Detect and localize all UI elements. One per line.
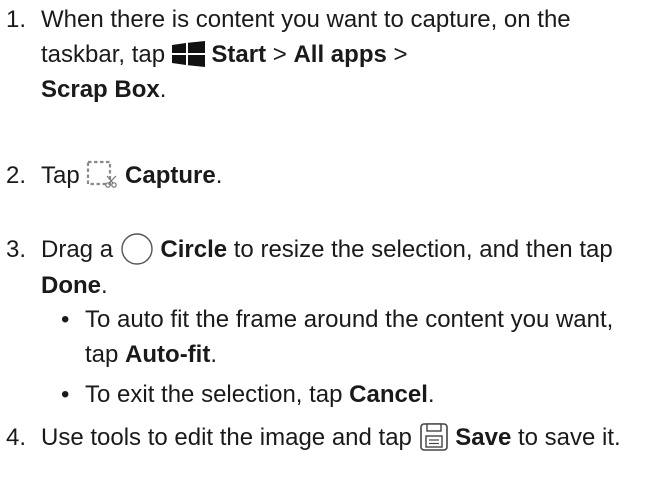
period: . [101,271,108,299]
period: . [215,162,223,189]
step-number: 4. [6,424,27,451]
auto-fit-label: Auto-fit [125,341,211,368]
windows-logo-icon [171,40,205,67]
done-label: Done [41,271,101,299]
step-text: Drag a [41,236,114,263]
period: . [427,381,435,408]
step-text: to save it. [511,424,621,451]
capture-icon [86,160,118,190]
circle-label: Circle [160,236,228,263]
step-4: 4. Use tools to edit the image and tap S… [6,420,645,455]
period: . [210,341,218,368]
cancel-label: Cancel [349,381,428,408]
start-label: Start [211,41,267,68]
scrap-box-label: Scrap Box [41,76,160,103]
all-apps-label: All apps [293,41,387,68]
step-text: to resize the selection, and then tap [227,236,613,263]
step-2: 2. Tap Capture. [6,158,645,193]
save-label: Save [455,424,512,451]
separator: > [266,41,294,68]
bullet-dot: • [61,306,70,333]
step-3-text: Drag a Circle to resize the selection, a… [41,232,645,303]
step-4-text: Use tools to edit the image and tap Save… [41,420,645,455]
circle-icon [120,232,154,266]
capture-label: Capture [125,162,216,189]
step-number: 2. [6,162,27,189]
bullet-text: To auto fit the frame around the content… [85,302,645,372]
step-2-text: Tap Capture. [41,158,645,193]
step-1: 1. When there is content you want to cap… [6,2,645,107]
period: . [159,76,167,103]
step-number: 1. [6,6,27,33]
step-text: Use tools to edit the image and tap [41,424,412,451]
save-icon [419,422,449,452]
bullet-text: To exit the selection, tap Cancel. [85,377,645,412]
step-text: Tap [41,162,80,189]
separator: > [386,41,408,68]
bullet-auto-fit: • To auto fit the frame around the conte… [61,302,645,372]
step-1-text: When there is content you want to captur… [41,2,645,107]
bullet-dot: • [61,381,70,408]
bullet-text-part: To exit the selection, tap [85,381,343,408]
step-number: 3. [6,236,27,263]
instructions-document: 1. When there is content you want to cap… [0,0,649,493]
bullet-cancel: • To exit the selection, tap Cancel. [61,377,645,412]
step-3: 3. Drag a Circle to resize the selection… [6,232,645,303]
